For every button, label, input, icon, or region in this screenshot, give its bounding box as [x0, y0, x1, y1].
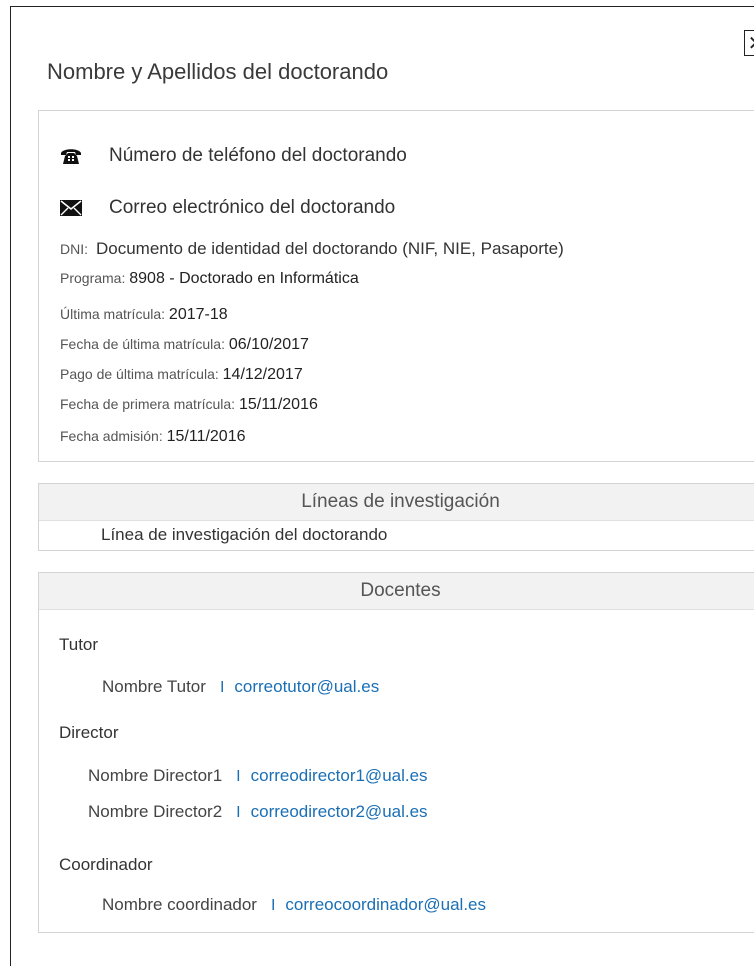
- director-entry: Nombre Director1 Icorreodirector1@ual.es: [88, 766, 428, 786]
- separator: I: [236, 768, 241, 785]
- tutor-name: Nombre Tutor: [102, 677, 206, 696]
- tutor-heading: Tutor: [59, 635, 99, 654]
- docentes-panel: Docentes Tutor Nombre Tutor Icorreotutor@…: [38, 572, 754, 933]
- coordinador-entry: Nombre coordinador Icorreocoordinador@ual…: [102, 895, 486, 915]
- programa-label: Programa:: [60, 270, 126, 286]
- separator: I: [236, 804, 241, 821]
- phone-icon: [60, 145, 82, 167]
- ultima-matricula-label: Última matrícula:: [60, 306, 166, 322]
- email-value: Correo electrónico del doctorando: [109, 197, 396, 218]
- director-email-link[interactable]: correodirector1@ual.es: [251, 766, 428, 785]
- fecha-admision-value: 15/11/2016: [166, 428, 246, 445]
- dni-label: DNI:: [60, 241, 88, 257]
- fecha-primera-matricula-value: 15/11/2016: [238, 396, 318, 413]
- dni-row: DNI: Documento de identidad del doctorand…: [60, 239, 564, 259]
- fecha-ultima-matricula-label: Fecha de última matrícula:: [60, 336, 225, 352]
- fecha-ultima-matricula-value: 06/10/2017: [228, 336, 309, 353]
- director-name: Nombre Director1: [88, 766, 223, 785]
- separator: I: [270, 897, 276, 914]
- fecha-admision-row: Fecha admisión: 15/11/2016: [60, 428, 246, 446]
- fecha-ultima-matricula-row: Fecha de última matrícula: 06/10/2017: [60, 336, 309, 354]
- director-heading: Director: [59, 723, 119, 742]
- research-line-item: Línea de investigación del doctorando: [101, 525, 388, 544]
- dni-value: Documento de identidad del doctorando (N…: [96, 239, 564, 258]
- fecha-primera-matricula-label: Fecha de primera matrícula:: [60, 396, 236, 412]
- docentes-header: Docentes: [39, 573, 754, 610]
- student-info-panel: Número de teléfono del doctorando Correo…: [38, 110, 754, 462]
- director-name: Nombre Director2: [88, 802, 223, 821]
- pago-ultima-matricula-row: Pago de última matrícula: 14/12/2017: [60, 366, 303, 384]
- email-row: Correo electrónico del doctorando: [60, 197, 395, 219]
- director-entry: Nombre Director2 Icorreodirector2@ual.es: [88, 802, 428, 822]
- envelope-icon: [60, 197, 82, 219]
- close-icon: ✕: [748, 33, 754, 53]
- tutor-entry: Nombre Tutor Icorreotutor@ual.es: [102, 677, 379, 697]
- research-lines-panel: Líneas de investigación Línea de investi…: [38, 483, 754, 551]
- pago-ultima-matricula-value: 14/12/2017: [222, 366, 303, 383]
- dialog-title: Nombre y Apellidos del doctorando: [47, 59, 389, 84]
- ultima-matricula-value: 2017-18: [168, 306, 228, 323]
- separator: I: [219, 679, 225, 696]
- student-detail-dialog: ✕ Nombre y Apellidos del doctorando Núme…: [10, 6, 754, 966]
- phone-value: Número de teléfono del doctorando: [109, 145, 407, 166]
- coordinador-heading: Coordinador: [59, 855, 153, 874]
- research-lines-header: Líneas de investigación: [39, 484, 754, 521]
- pago-ultima-matricula-label: Pago de última matrícula:: [60, 366, 219, 382]
- programa-row: Programa: 8908 - Doctorado en Informátic…: [60, 270, 359, 288]
- ultima-matricula-row: Última matrícula: 2017-18: [60, 306, 228, 324]
- coordinador-name: Nombre coordinador: [102, 895, 257, 914]
- programa-value: 8908 - Doctorado en Informática: [129, 270, 359, 287]
- fecha-primera-matricula-row: Fecha de primera matrícula: 15/11/2016: [60, 396, 318, 414]
- tutor-email-link[interactable]: correotutor@ual.es: [234, 677, 379, 696]
- fecha-admision-label: Fecha admisión:: [60, 428, 163, 444]
- coordinador-email-link[interactable]: correocoordinador@ual.es: [285, 895, 486, 914]
- director-email-link[interactable]: correodirector2@ual.es: [251, 802, 428, 821]
- close-button[interactable]: ✕: [744, 30, 754, 56]
- phone-row: Número de teléfono del doctorando: [60, 145, 407, 167]
